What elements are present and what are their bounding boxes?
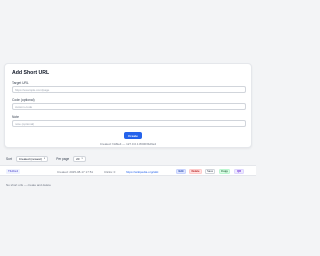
footer-note: No short urls — create and delete (6, 183, 51, 187)
table-row: f4d9e4 Created: 2025-08-17 17:51 Clicks:… (0, 165, 256, 176)
sort-select[interactable]: Created (newest) ▾ (15, 155, 49, 162)
qr-button[interactable]: QR (234, 168, 244, 174)
note-label: Note (12, 115, 19, 119)
note-input[interactable] (12, 120, 246, 127)
form-title: Add Short URL (12, 70, 50, 76)
copy-button[interactable]: Copy (219, 168, 230, 174)
create-button[interactable]: Create (124, 132, 142, 139)
chevron-down-icon: ▾ (81, 157, 83, 160)
edit-button[interactable]: Edit (176, 168, 186, 174)
chevron-down-icon: ▾ (43, 157, 46, 160)
created-timestamp: Created: 2025-08-17 17:51 (57, 169, 94, 174)
per-page-value: 20 (76, 156, 80, 161)
per-page-label: Per page (56, 156, 70, 161)
sort-label: Sort (6, 156, 12, 161)
save-button[interactable]: Save (205, 168, 215, 174)
sort-value: Created (newest) (18, 156, 42, 161)
delete-button[interactable]: Delete (189, 168, 202, 174)
target-url-input[interactable] (12, 86, 246, 93)
code-input[interactable] (12, 103, 246, 110)
code-label: Code (optional) (12, 98, 35, 102)
status-message: Created: f4d9e4 — 127.0.0.1:8000/f4d9e4 (99, 142, 157, 146)
list-controls: Sort Created (newest) ▾ Per page 20 ▾ (6, 155, 86, 162)
target-url-label: Target URL (12, 81, 29, 85)
per-page-select[interactable]: 20 ▾ (73, 155, 86, 162)
short-code-badge[interactable]: f4d9e4 (6, 169, 21, 174)
click-count: Clicks: 0 (104, 169, 116, 174)
target-url-link[interactable]: https://wikipedia.org/wiki (126, 170, 170, 174)
add-short-url-card: Add Short URL Target URL Code (optional)… (4, 63, 252, 148)
